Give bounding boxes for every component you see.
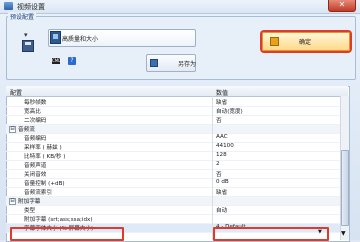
property-row[interactable]: 宽高比 自动(宽度) bbox=[6, 107, 340, 116]
property-row[interactable]: 类型 自动 bbox=[6, 206, 340, 215]
property-value[interactable]: 自动(宽度) bbox=[216, 107, 243, 115]
highlight-frame-name bbox=[10, 227, 124, 241]
property-row[interactable]: 音频声道 2 bbox=[6, 161, 340, 170]
property-name: 类型 bbox=[24, 208, 36, 214]
property-name: 音频声道 bbox=[24, 163, 47, 169]
scrollbar-thumb[interactable] bbox=[341, 150, 349, 226]
scroll-down-icon[interactable]: ▼ bbox=[341, 230, 346, 237]
property-name: 音频编码 bbox=[24, 136, 47, 142]
window-title: 视频设置 bbox=[17, 3, 45, 11]
property-value[interactable]: 否 bbox=[216, 116, 222, 124]
ok-label: 确定 bbox=[299, 39, 312, 46]
close-button[interactable]: ✕ bbox=[328, 0, 356, 12]
collapse-icon[interactable]: ⊟ bbox=[9, 198, 16, 205]
property-row[interactable]: 比特率 ( KB/秒 ) 128 bbox=[6, 152, 340, 161]
property-row[interactable]: 二次编码 否 bbox=[6, 116, 340, 125]
property-value[interactable]: 自动 bbox=[216, 206, 227, 214]
column-header-name[interactable]: 配置 bbox=[10, 88, 22, 97]
property-row[interactable]: 关闭音效 否 bbox=[6, 170, 340, 179]
property-row[interactable]: 采样率 ( 赫兹 ) 44100 bbox=[6, 143, 340, 152]
property-value[interactable]: 缺省 bbox=[216, 98, 227, 106]
dropdown-arrow-icon[interactable]: ▼ bbox=[318, 229, 322, 235]
property-row[interactable]: 音频流索引 缺省 bbox=[6, 188, 340, 197]
property-row[interactable]: 每秒帧数 缺省 bbox=[6, 98, 340, 107]
property-value[interactable]: 2 bbox=[216, 161, 220, 167]
property-name: 附加字幕 (srt;ass;ssa;idx) bbox=[24, 217, 93, 223]
property-name: 每秒帧数 bbox=[24, 100, 47, 106]
video-icon bbox=[4, 2, 13, 10]
video-settings-window: 视频设置 ✕ 预设配置 ▾ 高质量和大小 CMD ? 另存为 确定 配置 数值 … bbox=[0, 0, 360, 242]
property-name: 宽高比 bbox=[24, 109, 41, 115]
ok-icon bbox=[270, 37, 279, 46]
property-name: 附加字幕 bbox=[18, 199, 41, 205]
category-row[interactable]: ⊟ 附加字幕 bbox=[6, 197, 340, 206]
highlight-frame-value bbox=[213, 227, 329, 241]
column-header-value[interactable]: 数值 bbox=[216, 88, 228, 97]
property-value[interactable]: 否 bbox=[216, 170, 222, 178]
property-value[interactable]: 44100 bbox=[216, 143, 234, 149]
property-name: 比特率 ( KB/秒 ) bbox=[24, 154, 66, 160]
property-row[interactable]: 音频编码 AAC bbox=[6, 134, 340, 143]
property-name: 二次编码 bbox=[24, 118, 47, 124]
title-bar bbox=[0, 0, 360, 14]
property-name: 音频流 bbox=[18, 127, 35, 133]
property-value[interactable]: 0 dB bbox=[216, 179, 229, 185]
property-name: 音频流索引 bbox=[24, 190, 52, 196]
property-value[interactable]: 128 bbox=[216, 152, 227, 158]
command-line-icon[interactable]: CMD bbox=[52, 58, 61, 64]
property-row[interactable]: 音量控制 (+dB) 0 dB bbox=[6, 179, 340, 188]
save-as-label: 另存为 bbox=[178, 61, 197, 68]
category-row[interactable]: ⊟ 音频流 bbox=[6, 125, 340, 134]
column-separator bbox=[212, 96, 213, 240]
property-name: 音量控制 (+dB) bbox=[24, 181, 65, 187]
property-value[interactable]: 缺省 bbox=[216, 188, 227, 196]
preset-select-value: 高质量和大小 bbox=[62, 36, 99, 43]
property-value[interactable]: AAC bbox=[216, 134, 228, 140]
property-grid-header bbox=[6, 86, 348, 97]
chevron-down-icon: ▾ bbox=[24, 31, 28, 39]
quality-icon bbox=[50, 31, 61, 44]
disk-icon bbox=[22, 40, 34, 52]
property-row[interactable]: 附加字幕 (srt;ass;ssa;idx) bbox=[6, 215, 340, 224]
property-name: 采样率 ( 赫兹 ) bbox=[24, 145, 62, 151]
help-icon[interactable]: ? bbox=[68, 57, 76, 65]
collapse-icon[interactable]: ⊟ bbox=[9, 126, 16, 133]
preset-legend: 预设配置 bbox=[8, 12, 37, 21]
save-as-icon bbox=[150, 59, 158, 67]
property-name: 关闭音效 bbox=[24, 172, 47, 178]
